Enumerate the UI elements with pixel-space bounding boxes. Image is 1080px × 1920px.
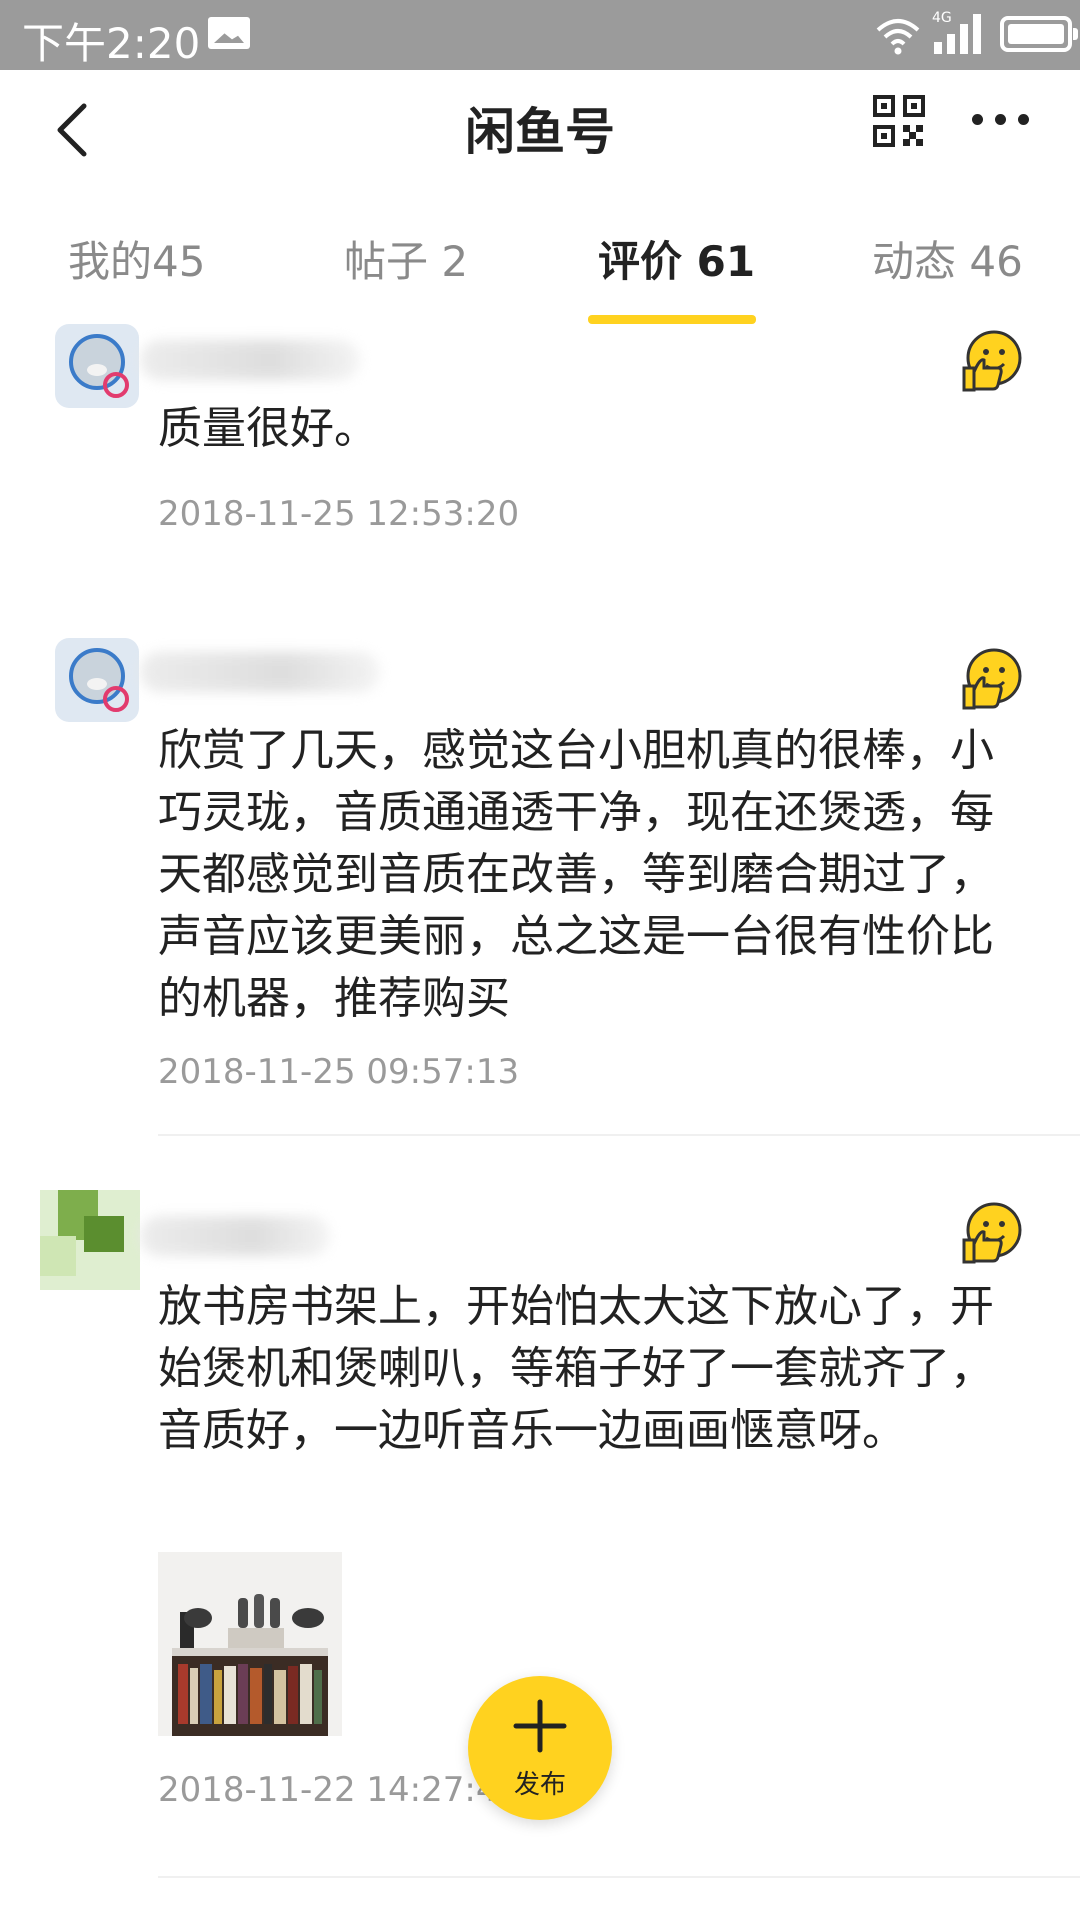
tab-reviews[interactable]: 评价 61 <box>598 228 755 289</box>
avatar[interactable] <box>40 1190 140 1290</box>
image-notification-icon <box>208 17 250 49</box>
review-photo[interactable] <box>158 1552 342 1736</box>
review-text: 放书房书架上，开始怕太大这下放心了，开始煲机和煲喇叭，等箱子好了一套就齐了，音质… <box>158 1281 994 1456</box>
tab-mine[interactable]: 我的45 <box>68 228 205 289</box>
user-name-blurred <box>140 1216 330 1256</box>
signal-icon: 4G <box>930 10 986 54</box>
plus-icon <box>513 1699 567 1753</box>
publish-button[interactable]: 发布 <box>468 1676 612 1820</box>
tab-bar: 我的45 帖子 2 评价 61 动态 46 <box>0 210 1080 324</box>
review-text: 质量很好。 <box>158 403 378 454</box>
avatar[interactable] <box>55 638 139 722</box>
review-divider <box>158 1876 1080 1878</box>
review-time: 2018-11-25 09:57:13 <box>158 1052 520 1092</box>
review-time: 2018-11-22 14:27:48 <box>158 1770 520 1810</box>
top-navigation-bar: 闲鱼号 <box>0 70 1080 190</box>
review-text: 欣赏了几天，感觉这台小胆机真的很棒，小巧灵珑，音质通通透干净，现在还煲透，每天都… <box>158 725 994 1024</box>
thumbs-up-emoji-icon <box>962 648 1022 710</box>
tab-posts[interactable]: 帖子 2 <box>344 228 468 289</box>
review-item: 质量很好。 2018-11-25 12:53:20 <box>0 320 1080 570</box>
review-item: 欣赏了几天，感觉这台小胆机真的很棒，小巧灵珑，音质通通透干净，现在还煲透，每天都… <box>0 634 1080 1114</box>
tab-activity[interactable]: 动态 46 <box>872 228 1023 289</box>
thumbs-up-emoji-icon <box>962 1202 1022 1264</box>
thumbs-up-emoji-icon <box>962 330 1022 392</box>
wifi-icon <box>876 19 920 55</box>
status-bar: 下午2:20 4G <box>0 0 1080 70</box>
qr-code-icon[interactable] <box>872 94 926 148</box>
network-type-label: 4G <box>932 10 952 26</box>
more-icon[interactable] <box>970 110 1032 130</box>
publish-label: 发布 <box>513 1770 566 1800</box>
review-divider <box>158 1134 1080 1136</box>
app-screen: 下午2:20 4G 闲鱼号 我的45 帖子 2 评价 61 动态 46 质量很好… <box>0 0 1080 1920</box>
user-name-blurred <box>140 340 360 380</box>
avatar[interactable] <box>55 324 139 408</box>
status-time: 下午2:20 <box>22 19 201 68</box>
user-name-blurred <box>140 652 380 692</box>
review-time: 2018-11-25 12:53:20 <box>158 494 520 534</box>
battery-icon <box>1000 16 1078 52</box>
